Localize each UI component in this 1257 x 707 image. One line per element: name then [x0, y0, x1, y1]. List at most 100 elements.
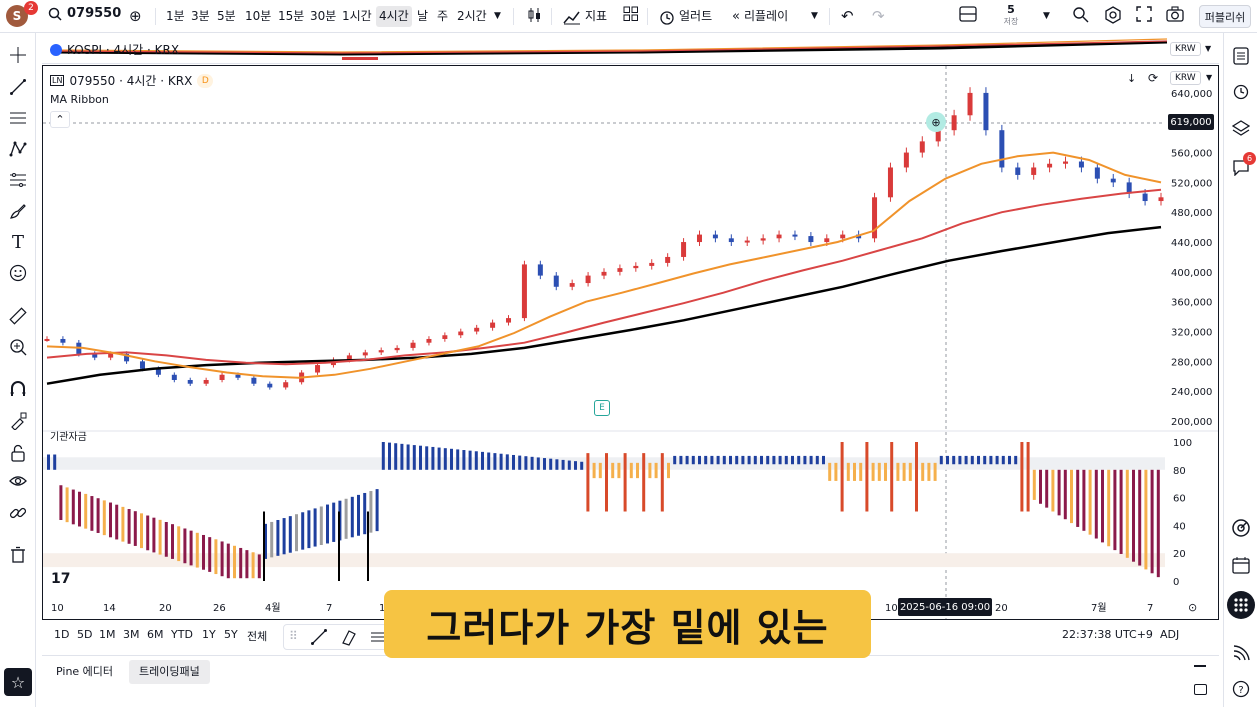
range-6m[interactable]: 6M — [147, 628, 164, 641]
pattern-icon[interactable] — [6, 137, 30, 161]
templates-button[interactable] — [620, 6, 642, 27]
interval-week[interactable]: 주 — [434, 6, 451, 27]
ruler-icon[interactable] — [6, 304, 30, 328]
oscillator-bar — [679, 455, 683, 465]
minimize-icon[interactable] — [1194, 665, 1206, 667]
collapse-legend-button[interactable]: ⌃ — [50, 111, 70, 128]
interval-5m[interactable]: 5분 — [214, 6, 239, 27]
quick-search-button[interactable] — [1069, 6, 1093, 27]
candle-body — [1063, 161, 1069, 164]
tab-trading-panel[interactable]: 트레이딩패널 — [129, 660, 210, 684]
brush-icon[interactable] — [6, 199, 30, 223]
main-currency[interactable]: KRW — [1170, 71, 1201, 85]
layout-button[interactable] — [956, 6, 980, 27]
crosshair-icon[interactable] — [6, 43, 30, 67]
replay-button[interactable]: « 리플레이 — [729, 6, 791, 27]
fullscreen-button[interactable] — [1133, 6, 1155, 27]
candle-body — [617, 268, 623, 272]
price-axis-label: 560,000 — [1171, 149, 1212, 160]
redo-icon[interactable]: ↷ — [869, 6, 888, 27]
publish-button[interactable]: 퍼블리쉬 — [1199, 5, 1251, 28]
interval-1m[interactable]: 1분 — [163, 6, 188, 27]
apps-grid-icon[interactable] — [1227, 591, 1255, 619]
chevron-down-icon[interactable]: ▼ — [1040, 6, 1053, 27]
snapshot-button[interactable] — [1163, 6, 1187, 27]
range-5d[interactable]: 5D — [77, 628, 92, 641]
earnings-marker[interactable]: E — [594, 400, 610, 416]
chevron-down-icon[interactable]: ▼ — [1205, 44, 1211, 53]
add-symbol-icon[interactable]: ⊕ — [126, 6, 145, 27]
zoom-in-icon[interactable] — [6, 335, 30, 359]
indicators-button[interactable]: 지표 — [560, 6, 610, 27]
range-ytd[interactable]: YTD — [171, 628, 193, 641]
interval-4h[interactable]: 4시간 — [376, 6, 412, 27]
interval-1h[interactable]: 1시간 — [339, 6, 375, 27]
help-icon[interactable]: ? — [1230, 678, 1252, 700]
maximize-pane-icon[interactable]: ⟳ — [1148, 71, 1158, 85]
calendar-icon[interactable] — [1230, 554, 1252, 576]
trash-icon[interactable] — [6, 543, 30, 567]
time-axis-settings-icon[interactable]: ⊙ — [1188, 601, 1197, 614]
range-5y[interactable]: 5Y — [224, 628, 238, 641]
candle-body — [1078, 161, 1084, 168]
text-icon[interactable]: T — [6, 230, 30, 254]
alarm-clock-icon[interactable] — [1230, 80, 1252, 102]
candle-style-button[interactable] — [523, 6, 547, 27]
interval-10m[interactable]: 10분 — [242, 6, 274, 27]
ma-ribbon-legend[interactable]: MA Ribbon — [50, 93, 109, 106]
interval-15m[interactable]: 15분 — [275, 6, 307, 27]
tab-pine-editor[interactable]: Pine 에디터 — [46, 660, 123, 684]
watchlist-icon[interactable] — [1230, 45, 1252, 67]
target-icon[interactable] — [1230, 517, 1252, 539]
range-all[interactable]: 전체 — [247, 628, 267, 644]
range-1y[interactable]: 1Y — [202, 628, 216, 641]
highlighter-icon[interactable] — [340, 628, 358, 646]
current-price-label: 619,000 — [1168, 114, 1214, 130]
trendline-icon[interactable] — [310, 628, 328, 646]
candle-body — [537, 264, 543, 276]
oscillator-bar — [524, 456, 528, 470]
clock-label[interactable]: 22:37:38 UTC+9 — [1062, 628, 1153, 641]
undo-icon[interactable]: ↶ — [838, 6, 857, 27]
chevron-down-icon[interactable]: ▼ — [1206, 73, 1212, 82]
drag-handle-icon[interactable]: ⠿ — [289, 629, 298, 643]
lock-icon[interactable] — [6, 441, 30, 465]
oscillator-bar — [133, 511, 137, 546]
oscillator-bar — [59, 485, 63, 520]
projection-icon[interactable] — [6, 168, 30, 192]
download-icon[interactable]: ↓ — [1127, 72, 1136, 85]
adj-toggle[interactable]: ADJ — [1160, 628, 1179, 641]
range-1m[interactable]: 1M — [99, 628, 116, 641]
tradingview-logo-icon[interactable]: 17 — [51, 571, 70, 587]
range-3m[interactable]: 3M — [123, 628, 140, 641]
save-layout-button[interactable]: 5 저장 — [1000, 3, 1022, 27]
interval-3m[interactable]: 3분 — [188, 6, 213, 27]
range-1d[interactable]: 1D — [54, 628, 69, 641]
eye-icon[interactable] — [6, 469, 30, 493]
favorites-star-icon[interactable]: ☆ — [4, 668, 32, 696]
interval-30m[interactable]: 30분 — [307, 6, 339, 27]
broadcast-icon[interactable] — [1230, 642, 1252, 664]
settings-button[interactable] — [1101, 6, 1125, 27]
parallel-lines-icon[interactable] — [6, 106, 30, 130]
oscillator-bar — [239, 547, 243, 579]
oscillator-label[interactable]: 기관자금 — [50, 428, 87, 443]
kospi-currency[interactable]: KRW — [1170, 42, 1201, 56]
chevron-down-icon[interactable]: ▼ — [491, 6, 504, 27]
interval-2h[interactable]: 2시간 — [454, 6, 490, 27]
emoji-icon[interactable] — [6, 261, 30, 285]
symbol-search[interactable]: 079550 — [48, 6, 121, 21]
main-chart[interactable]: 640,000600,000560,000520,000480,000440,0… — [42, 65, 1219, 620]
magnet-icon[interactable] — [6, 377, 30, 401]
interval-day[interactable]: 날 — [414, 6, 431, 27]
trendline-icon[interactable] — [6, 75, 30, 99]
lock-drawing-icon[interactable] — [6, 409, 30, 433]
link-icon[interactable] — [6, 501, 30, 525]
rewind-icon: « — [732, 9, 740, 24]
alert-button[interactable]: 얼러트 — [656, 6, 715, 27]
layers-icon[interactable] — [1230, 117, 1252, 139]
maximize-icon[interactable] — [1194, 684, 1207, 695]
oscillator-bar — [1082, 469, 1086, 531]
chevron-down-icon[interactable]: ▼ — [808, 6, 821, 27]
oscillator-bar — [741, 455, 745, 465]
